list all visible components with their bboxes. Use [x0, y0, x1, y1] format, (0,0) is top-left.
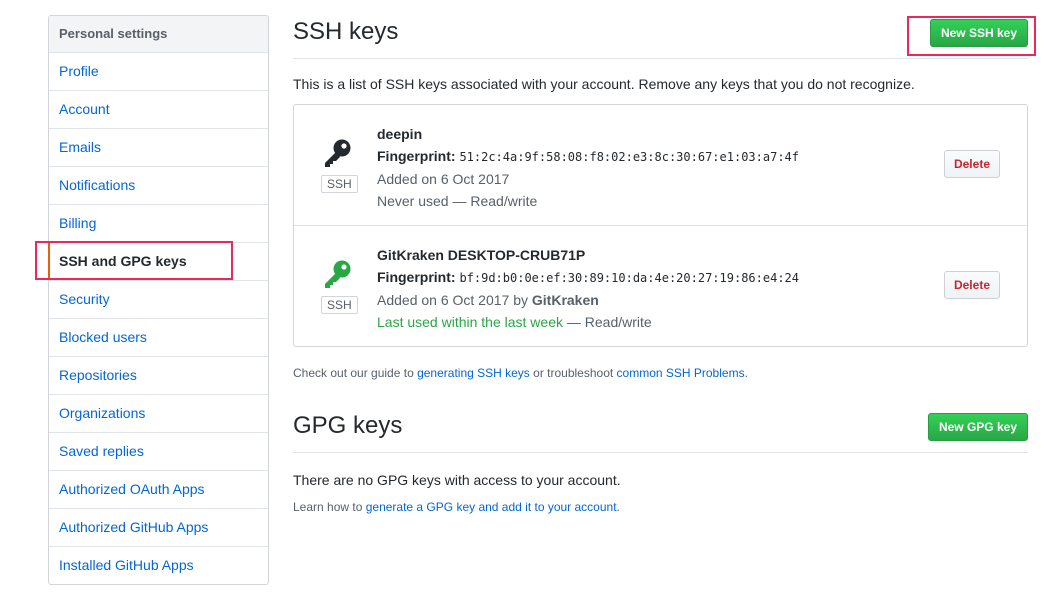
ssh-help-mid: or troubleshoot [529, 366, 617, 380]
gpg-subhead: GPG keys New GPG key [293, 412, 1028, 453]
ssh-subhead: SSH keys New SSH key [293, 0, 1028, 59]
sidebar-item-installed-github-apps[interactable]: Installed GitHub Apps [49, 547, 268, 584]
ssh-key-list: SSH deepin Fingerprint: 51:2c:4a:9f:58:0… [293, 104, 1028, 347]
ssh-tag: SSH [321, 296, 358, 314]
fingerprint-line: Fingerprint: bf:9d:b0:0e:ef:30:89:10:da:… [377, 266, 799, 289]
sidebar-item-billing[interactable]: Billing [49, 205, 268, 243]
new-ssh-key-button[interactable]: New SSH key [929, 19, 1028, 47]
key-icon [325, 139, 351, 167]
sidebar-item-notifications[interactable]: Notifications [49, 167, 268, 205]
gpg-help-text: Learn how to generate a GPG key and add … [293, 500, 1028, 514]
key-icon [325, 260, 351, 288]
sidebar-item-saved-replies[interactable]: Saved replies [49, 433, 268, 471]
ssh-key-row: SSH deepin Fingerprint: 51:2c:4a:9f:58:0… [294, 105, 1027, 226]
usage-status: Never used [377, 193, 449, 209]
ssh-key-title: GitKraken DESKTOP-CRUB71P [377, 247, 586, 263]
common-ssh-problems-link[interactable]: common SSH Problems [617, 366, 745, 380]
ssh-help-prefix: Check out our guide to [293, 366, 418, 380]
main-content: SSH keys New SSH key This is a list of S… [293, 0, 1028, 514]
sidebar-item-authorized-github-apps[interactable]: Authorized GitHub Apps [49, 509, 268, 547]
sidebar-item-ssh-gpg-keys[interactable]: SSH and GPG keys [48, 243, 268, 281]
sidebar-item-repositories[interactable]: Repositories [49, 357, 268, 395]
sidebar-item-blocked-users[interactable]: Blocked users [49, 319, 268, 357]
settings-page: Personal settings Profile Account Emails… [0, 0, 1051, 595]
sidebar-item-emails[interactable]: Emails [49, 129, 268, 167]
gpg-keys-heading: GPG keys [293, 412, 403, 439]
ssh-key-details: deepin Fingerprint: 51:2c:4a:9f:58:08:f8… [377, 123, 799, 212]
ssh-key-details: GitKraken DESKTOP-CRUB71P Fingerprint: b… [377, 244, 799, 333]
delete-ssh-key-button[interactable]: Delete [943, 271, 1000, 299]
sidebar-item-account[interactable]: Account [49, 91, 268, 129]
sidebar-item-security[interactable]: Security [49, 281, 268, 319]
fingerprint-line: Fingerprint: 51:2c:4a:9f:58:08:f8:02:e3:… [377, 145, 799, 168]
access-level: — Read/write [448, 193, 538, 209]
gpg-help-prefix: Learn how to [293, 500, 366, 514]
ssh-key-row: SSH GitKraken DESKTOP-CRUB71P Fingerprin… [294, 226, 1027, 346]
gpg-help-suffix: . [616, 500, 620, 514]
ssh-key-title: deepin [377, 126, 423, 142]
fingerprint-label: Fingerprint: [377, 269, 456, 285]
ssh-intro-text: This is a list of SSH keys associated wi… [293, 76, 915, 92]
personal-settings-sidebar: Personal settings Profile Account Emails… [48, 15, 269, 585]
fingerprint-label: Fingerprint: [377, 148, 456, 164]
added-date: Added on 6 Oct 2017 by GitKraken [377, 289, 799, 311]
sidebar-item-profile[interactable]: Profile [49, 53, 268, 91]
usage-line: Last used within the last week — Read/wr… [377, 311, 799, 333]
delete-ssh-key-button[interactable]: Delete [943, 150, 1000, 178]
ssh-keys-heading: SSH keys [293, 18, 399, 45]
added-date: Added on 6 Oct 2017 [377, 171, 510, 187]
gpg-empty-message: There are no GPG keys with access to you… [293, 472, 621, 488]
ssh-help-text: Check out our guide to generating SSH ke… [293, 366, 1028, 380]
usage-status: Last used within the last week [377, 314, 563, 330]
fingerprint-value: bf:9d:b0:0e:ef:30:89:10:da:4e:20:27:19:8… [459, 271, 799, 285]
generating-ssh-keys-link[interactable]: generating SSH keys [417, 366, 530, 380]
access-level: — Read/write [563, 314, 652, 330]
ssh-help-suffix: . [744, 366, 748, 380]
sidebar-header: Personal settings [49, 16, 268, 53]
new-gpg-key-button[interactable]: New GPG key [927, 413, 1028, 441]
generate-gpg-key-link[interactable]: generate a GPG key and add it to your ac… [366, 500, 617, 514]
fingerprint-value: 51:2c:4a:9f:58:08:f8:02:e3:8c:30:67:e1:0… [459, 150, 799, 164]
ssh-tag: SSH [321, 175, 358, 193]
usage-line: Never used — Read/write [377, 190, 799, 212]
sidebar-item-authorized-oauth-apps[interactable]: Authorized OAuth Apps [49, 471, 268, 509]
added-date-text: Added on 6 Oct 2017 by [377, 292, 532, 308]
added-by-name: GitKraken [531, 292, 599, 308]
sidebar-item-organizations[interactable]: Organizations [49, 395, 268, 433]
